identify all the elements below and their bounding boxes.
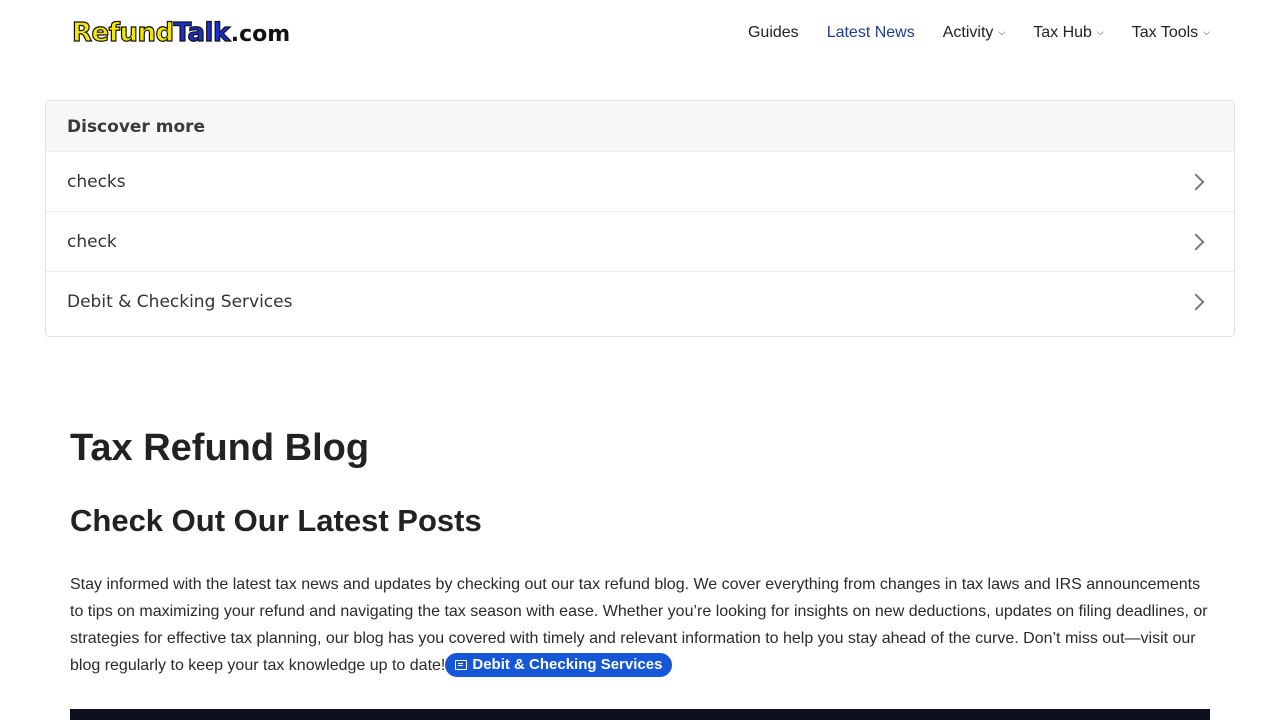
nav-activity[interactable]: Activity ⌵ — [943, 24, 1006, 42]
chevron-down-icon: ⌵ — [1096, 26, 1104, 37]
discover-item-debit-checking[interactable]: Debit & Checking Services — [46, 271, 1234, 331]
logo-refund-text: Refund — [71, 17, 174, 48]
site-logo[interactable]: Refund Talk .com — [71, 17, 291, 52]
chevron-right-icon — [1187, 293, 1205, 310]
discover-item-check[interactable]: check — [46, 211, 1234, 271]
main-nav: Guides Latest News Activity ⌵ Tax Hub ⌵ Ta… — [748, 24, 1210, 42]
discover-item-label: checks — [67, 171, 126, 192]
discover-more-box: Discover more checks check Debit & Check… — [45, 100, 1235, 337]
chevron-down-icon: ⌵ — [1203, 26, 1210, 37]
logo-com-text: .com — [230, 22, 291, 47]
nav-tax-hub[interactable]: Tax Hub ⌵ — [1033, 24, 1104, 42]
intro-paragraph: Stay informed with the latest tax news a… — [70, 571, 1210, 679]
newspaper-icon — [455, 660, 468, 670]
discover-item-checks[interactable]: checks — [46, 151, 1234, 211]
nav-latest-news[interactable]: Latest News — [827, 24, 915, 42]
nav-tax-hub-label: Tax Hub — [1033, 24, 1092, 41]
chevron-down-icon: ⌵ — [998, 26, 1006, 37]
nav-activity-label: Activity — [942, 24, 994, 41]
nav-guides-label: Guides — [747, 24, 799, 41]
discover-more-heading: Discover more — [46, 101, 1234, 151]
page-title: Tax Refund Blog — [70, 427, 370, 469]
nav-guides[interactable]: Guides — [748, 24, 799, 42]
nav-tax-tools-label: Tax Tools — [1131, 24, 1199, 41]
discover-item-label: Debit & Checking Services — [67, 291, 293, 312]
nav-tax-tools[interactable]: Tax Tools ⌵ — [1132, 24, 1210, 42]
page-subtitle: Check Out Our Latest Posts — [70, 503, 482, 538]
logo-talk-text: Talk — [173, 17, 231, 48]
discover-item-label: check — [67, 231, 117, 252]
chevron-right-icon — [1187, 173, 1205, 190]
pill-label: Debit & Checking Services — [472, 656, 663, 673]
featured-media-banner — [70, 709, 1210, 720]
nav-latest-news-label: Latest News — [826, 24, 915, 41]
debit-checking-pill-link[interactable]: Debit & Checking Services — [445, 653, 673, 677]
chevron-right-icon — [1187, 233, 1205, 250]
site-header: Refund Talk .com Guides Latest News Activi… — [0, 0, 1280, 70]
